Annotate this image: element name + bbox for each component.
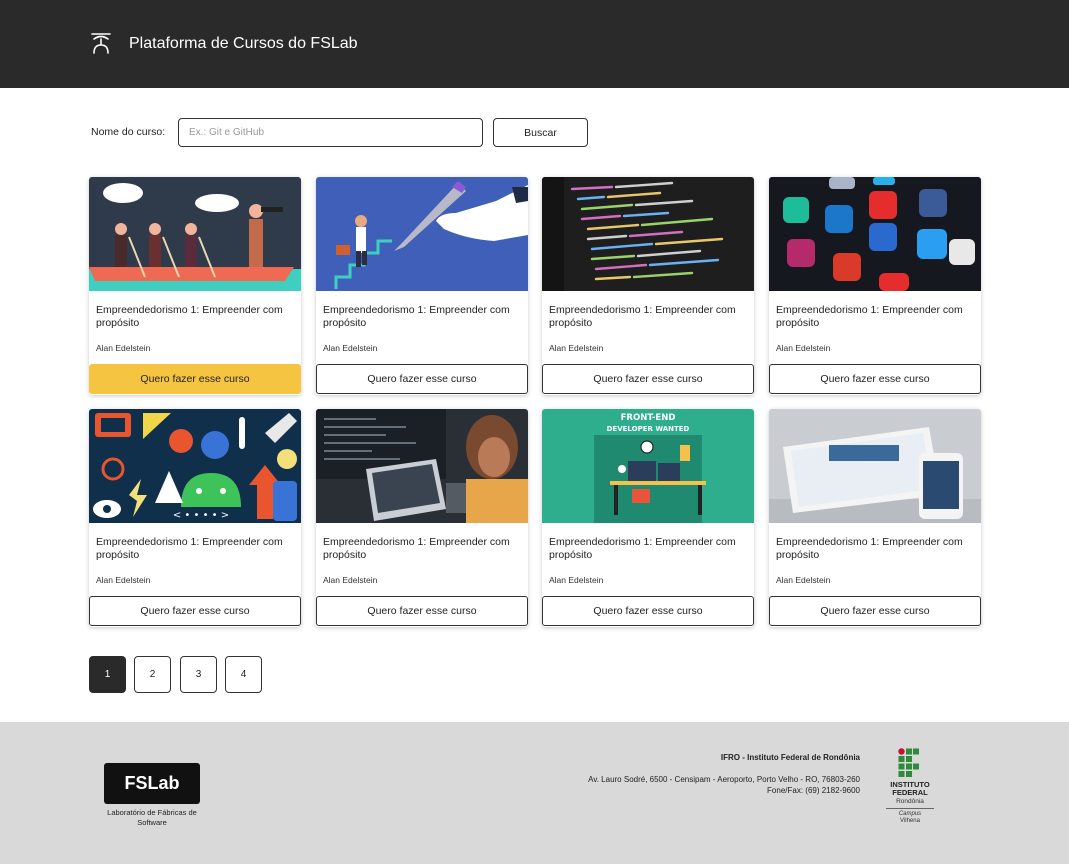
instituto-federal-grid-icon	[898, 748, 919, 777]
if-logo-state: Rondônia	[896, 798, 924, 805]
course-title: Empreendedorismo 1: Empreender com propó…	[776, 304, 963, 329]
page-4-button[interactable]: 4	[225, 656, 262, 693]
course-title: Empreendedorismo 1: Empreender com propó…	[323, 536, 510, 561]
enroll-button[interactable]: Quero fazer esse curso	[316, 596, 528, 626]
course-card: FRONT-END DEVELOPER WANTED Empreendedori…	[542, 409, 754, 627]
rowing-team-illustration	[89, 177, 301, 291]
fslab-subtitle: Laboratório de Fábricas de Software	[107, 808, 197, 827]
course-title: Empreendedorismo 1: Empreender com propó…	[776, 536, 963, 561]
phone-line: Fone/Fax: (69) 2182-9600	[767, 786, 860, 795]
search-input[interactable]	[178, 118, 483, 147]
course-card: Empreendedorismo 1: Empreender com propó…	[769, 409, 981, 627]
course-author: Alan Edelstein	[549, 343, 604, 353]
enroll-button[interactable]: Quero fazer esse curso	[769, 596, 981, 626]
course-card: < • • • • > Empreendedorismo 1: Empreend…	[89, 409, 301, 627]
course-author: Alan Edelstein	[323, 343, 378, 353]
if-logo-campus: Campus Vilhena	[898, 811, 922, 824]
course-card: Empreendedorismo 1: Empreender com propó…	[769, 177, 981, 395]
page-3-button[interactable]: 3	[180, 656, 217, 693]
image-caption-line1: FRONT-END	[621, 413, 676, 423]
course-author: Alan Edelstein	[323, 575, 378, 585]
pen-drawing-stairs-illustration	[316, 177, 528, 291]
page-1-button[interactable]: 1	[89, 656, 126, 693]
search-button[interactable]: Buscar	[493, 118, 588, 147]
course-title: Empreendedorismo 1: Empreender com propó…	[96, 536, 283, 561]
address-line: Av. Lauro Sodré, 6500 - Censipam - Aerop…	[588, 775, 860, 784]
course-card: Empreendedorismo 1: Empreender com propó…	[542, 177, 754, 395]
course-author: Alan Edelstein	[549, 575, 604, 585]
course-title: Empreendedorismo 1: Empreender com propó…	[323, 304, 510, 329]
social-media-apps-photo	[769, 177, 981, 291]
course-title: Empreendedorismo 1: Empreender com propó…	[549, 304, 736, 329]
search-label: Nome do curso:	[91, 126, 166, 138]
if-logo-divider	[886, 808, 934, 809]
tablet-and-phone-photo	[769, 409, 981, 523]
code-editor-photo	[542, 177, 754, 291]
course-card: Empreendedorismo 1: Empreender com propó…	[316, 177, 528, 395]
android-icons-illustration: < • • • • >	[89, 409, 301, 523]
course-author: Alan Edelstein	[96, 575, 151, 585]
front-end-developer-wanted-illustration: FRONT-END DEVELOPER WANTED	[542, 409, 754, 523]
if-logo-name: INSTITUTO FEDERAL	[890, 780, 930, 797]
developer-at-laptop-photo	[316, 409, 528, 523]
fslab-logo: FSLab	[104, 763, 200, 804]
enroll-button[interactable]: Quero fazer esse curso	[542, 364, 754, 394]
enroll-button[interactable]: Quero fazer esse curso	[316, 364, 528, 394]
app-title: Plataforma de Cursos do FSLab	[129, 35, 358, 52]
course-card: Empreendedorismo 1: Empreender com propó…	[89, 177, 301, 395]
enroll-button[interactable]: Quero fazer esse curso	[89, 364, 301, 394]
course-title: Empreendedorismo 1: Empreender com propó…	[96, 304, 283, 329]
course-author: Alan Edelstein	[96, 343, 151, 353]
course-card: Empreendedorismo 1: Empreender com propó…	[316, 409, 528, 627]
page-footer: FSLab Laboratório de Fábricas de Softwar…	[0, 722, 1069, 864]
fslab-logo-icon[interactable]	[90, 31, 112, 55]
svg-text:< • • • • >: < • • • • >	[173, 510, 229, 521]
course-author: Alan Edelstein	[776, 343, 831, 353]
course-author: Alan Edelstein	[776, 575, 831, 585]
institution-name: IFRO - Instituto Federal de Rondônia	[720, 753, 860, 762]
page-2-button[interactable]: 2	[134, 656, 171, 693]
enroll-button[interactable]: Quero fazer esse curso	[89, 596, 301, 626]
instituto-federal-logo: INSTITUTO FEDERAL Rondônia Campus Vilhen…	[884, 748, 936, 828]
enroll-button[interactable]: Quero fazer esse curso	[542, 596, 754, 626]
image-caption-line2: DEVELOPER WANTED	[607, 425, 690, 433]
institution-address: Av. Lauro Sodré, 6500 - Censipam - Aerop…	[588, 774, 860, 796]
enroll-button[interactable]: Quero fazer esse curso	[769, 364, 981, 394]
course-title: Empreendedorismo 1: Empreender com propó…	[549, 536, 736, 561]
app-header: Plataforma de Cursos do FSLab	[0, 0, 1069, 88]
